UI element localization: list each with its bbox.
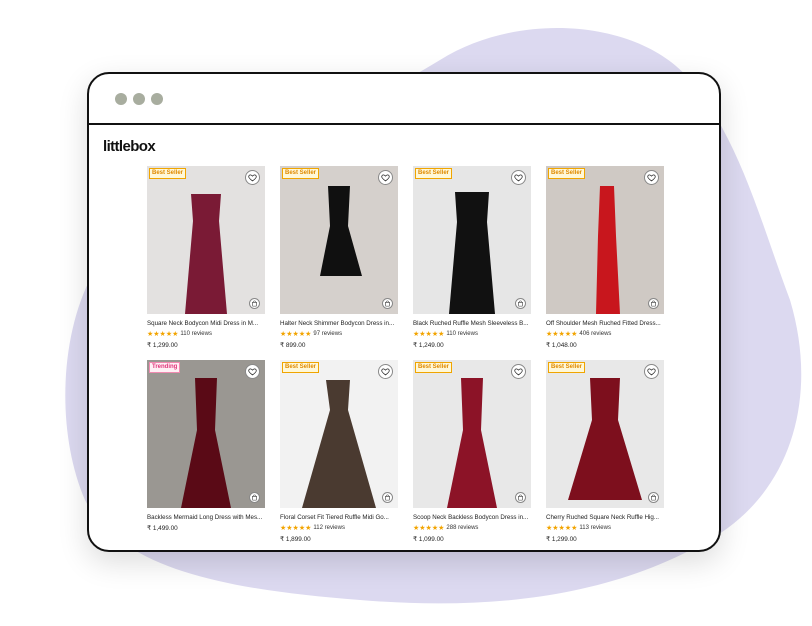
dress-shape [596, 186, 620, 314]
add-to-bag-icon[interactable] [382, 492, 393, 503]
product-badge: Best Seller [149, 168, 187, 179]
wishlist-heart-icon[interactable] [378, 364, 393, 379]
window-dot-2[interactable] [133, 92, 145, 105]
star-rating-icon: ★★★★★ [546, 331, 578, 338]
wishlist-heart-icon[interactable] [511, 170, 526, 185]
review-count: 110 reviews [180, 331, 212, 337]
dress-illustration [449, 192, 495, 314]
wishlist-heart-icon[interactable] [644, 170, 659, 185]
dress-shape [568, 378, 642, 500]
product-image[interactable]: Best Seller [546, 360, 664, 508]
wishlist-heart-icon[interactable] [511, 364, 526, 379]
product-title[interactable]: Scoop Neck Backless Bodycon Dress in... [413, 514, 531, 521]
dress-shape [447, 378, 497, 508]
dress-illustration [181, 378, 231, 508]
product-price: ₹ 1,299.00 [546, 536, 577, 543]
product-badge: Best Seller [548, 362, 586, 373]
add-to-bag-icon[interactable] [515, 492, 526, 503]
product-card[interactable]: Best Seller Scoop Neck Backless Bodycon … [413, 360, 531, 543]
add-to-bag-icon[interactable] [249, 492, 260, 503]
star-rating-icon: ★★★★★ [280, 331, 312, 338]
add-to-bag-icon[interactable] [515, 298, 526, 309]
product-image[interactable]: Best Seller [413, 360, 531, 508]
dress-shape [302, 380, 376, 508]
product-title[interactable]: Backless Mermaid Long Dress with Mes... [147, 514, 265, 521]
product-badge: Best Seller [282, 362, 320, 373]
add-to-bag-icon[interactable] [382, 298, 393, 309]
product-card[interactable]: Best Seller Black Ruched Ruffle Mesh Sle… [413, 166, 531, 349]
product-rating: ★★★★★ 406 reviews [546, 330, 664, 338]
product-image[interactable]: Best Seller [280, 166, 398, 314]
add-to-bag-icon[interactable] [648, 298, 659, 309]
dress-shape [185, 194, 227, 314]
product-title[interactable]: Cherry Ruched Square Neck Ruffle Hig... [546, 514, 664, 521]
product-image[interactable]: Best Seller [546, 166, 664, 314]
product-rating: ★★★★★ 97 reviews [280, 330, 398, 338]
product-title[interactable]: Black Ruched Ruffle Mesh Sleeveless B... [413, 320, 531, 327]
product-title[interactable]: Halter Neck Shimmer Bodycon Dress in... [280, 320, 398, 327]
product-price: ₹ 1,899.00 [280, 536, 311, 543]
review-count: 97 reviews [313, 331, 343, 337]
product-title[interactable]: Off Shoulder Mesh Ruched Fitted Dress... [546, 320, 664, 327]
dress-shape [449, 192, 495, 314]
product-rating: ★★★★★ 112 reviews [280, 524, 398, 532]
wishlist-heart-icon[interactable] [245, 170, 260, 185]
wishlist-heart-icon[interactable] [644, 364, 659, 379]
dress-illustration [568, 378, 642, 500]
wishlist-heart-icon[interactable] [245, 364, 260, 379]
product-rating: ★★★★★ 113 reviews [546, 524, 664, 532]
product-badge: Best Seller [282, 168, 320, 179]
product-rating: ★★★★★ 288 reviews [413, 524, 531, 532]
product-card[interactable]: Best Seller Cherry Ruched Square Neck Ru… [546, 360, 664, 543]
product-price: ₹ 1,249.00 [413, 342, 444, 349]
dress-illustration [596, 186, 620, 314]
product-title[interactable]: Square Neck Bodycon Midi Dress in M... [147, 320, 265, 327]
product-card[interactable]: Best Seller Square Neck Bodycon Midi Dre… [147, 166, 265, 349]
product-price: ₹ 1,499.00 [147, 525, 178, 532]
dress-shape [181, 378, 231, 508]
dress-illustration [185, 194, 227, 314]
add-to-bag-icon[interactable] [648, 492, 659, 503]
product-badge: Best Seller [415, 168, 453, 179]
star-rating-icon: ★★★★★ [413, 331, 445, 338]
star-rating-icon: ★★★★★ [413, 525, 445, 532]
product-rating: ★★★★★ 110 reviews [147, 330, 265, 338]
dress-illustration [320, 186, 362, 276]
review-count: 113 reviews [579, 525, 611, 531]
product-badge: Trending [149, 362, 181, 373]
product-price: ₹ 1,299.00 [147, 342, 178, 349]
star-rating-icon: ★★★★★ [546, 525, 578, 532]
dress-shape [320, 186, 362, 276]
product-badge: Best Seller [415, 362, 453, 373]
star-rating-icon: ★★★★★ [147, 331, 179, 338]
product-card[interactable]: Best Seller Floral Corset Fit Tiered Ruf… [280, 360, 398, 543]
product-image[interactable]: Best Seller [413, 166, 531, 314]
review-count: 288 reviews [446, 525, 479, 531]
wishlist-heart-icon[interactable] [378, 170, 393, 185]
review-count: 406 reviews [579, 331, 612, 337]
product-rating: ★★★★★ 110 reviews [413, 330, 531, 338]
product-image[interactable]: Best Seller [147, 166, 265, 314]
brand-logo[interactable]: littlebox [103, 138, 156, 155]
product-image[interactable]: Best Seller [280, 360, 398, 508]
window-dot-3[interactable] [151, 92, 163, 105]
dress-illustration [447, 378, 497, 508]
product-image[interactable]: Trending [147, 360, 265, 508]
dress-illustration [302, 380, 376, 508]
browser-window: littlebox Best Seller Square Neck Bodyco… [87, 72, 721, 552]
review-count: 112 reviews [313, 525, 345, 531]
window-dot-1[interactable] [115, 92, 127, 105]
product-card[interactable]: Best Seller Halter Neck Shimmer Bodycon … [280, 166, 398, 349]
add-to-bag-icon[interactable] [249, 298, 260, 309]
window-titlebar [89, 74, 719, 125]
review-count: 110 reviews [446, 331, 478, 337]
star-rating-icon: ★★★★★ [280, 525, 312, 532]
product-title[interactable]: Floral Corset Fit Tiered Ruffle Midi Go.… [280, 514, 398, 521]
product-price: ₹ 1,099.00 [413, 536, 444, 543]
product-price: ₹ 899.00 [280, 342, 306, 349]
product-card[interactable]: Trending Backless Mermaid Long Dress wit… [147, 360, 265, 532]
product-badge: Best Seller [548, 168, 586, 179]
product-card[interactable]: Best Seller Off Shoulder Mesh Ruched Fit… [546, 166, 664, 349]
product-price: ₹ 1,048.00 [546, 342, 577, 349]
